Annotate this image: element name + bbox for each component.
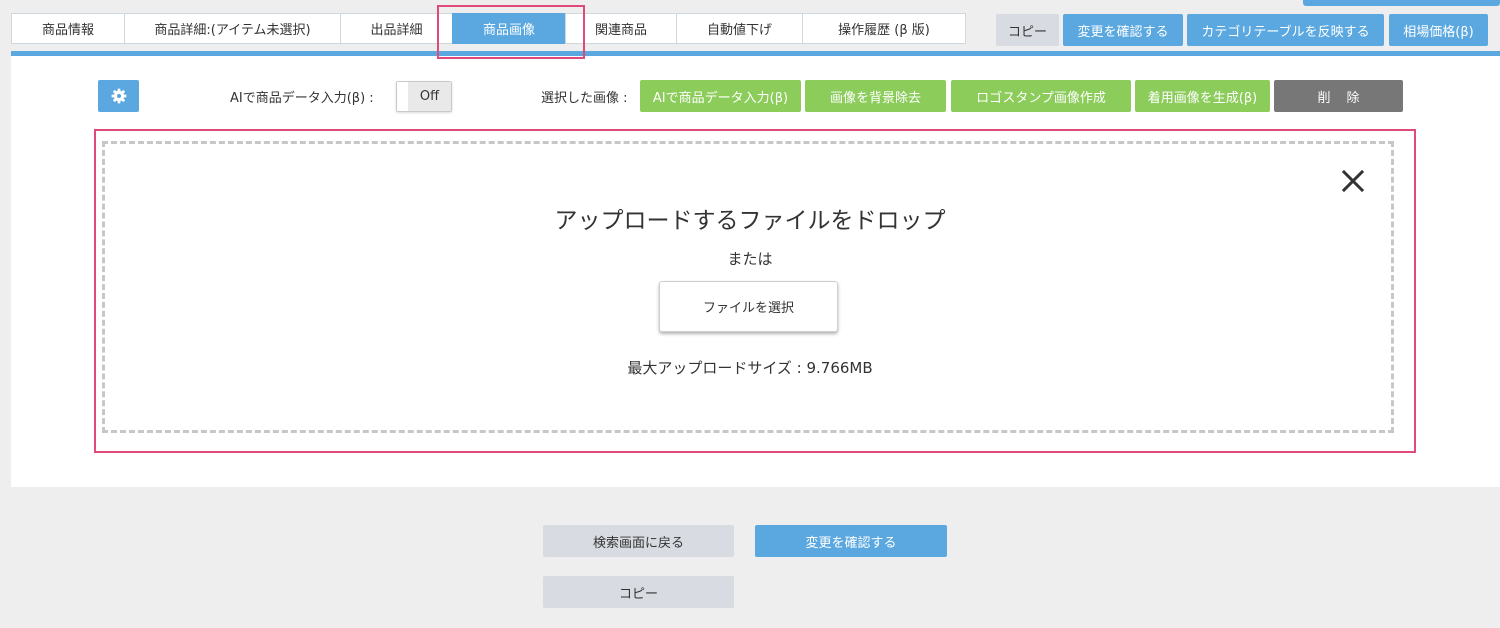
confirm-changes-bottom-button[interactable]: 変更を確認する [755,525,947,557]
confirm-changes-button[interactable]: 変更を確認する [1063,14,1183,46]
logo-stamp-button[interactable]: ロゴスタンプ画像作成 [951,80,1131,112]
ai-input-toggle[interactable]: Off [396,81,452,112]
tab-auto-price-down[interactable]: 自動値下げ [676,13,802,44]
tab-listing-detail[interactable]: 出品詳細 [340,13,452,44]
gear-icon [111,88,126,104]
generate-wear-image-button[interactable]: 着用画像を生成(β) [1135,80,1270,112]
settings-button[interactable] [98,80,139,112]
tab-product-info[interactable]: 商品情報 [11,13,124,44]
tab-product-detail[interactable]: 商品詳細:(アイテム未選択) [124,13,340,44]
apply-category-table-button[interactable]: カテゴリテーブルを反映する [1187,14,1384,46]
delete-button[interactable]: 削除 [1274,80,1403,112]
market-price-button[interactable]: 相場価格(β) [1389,14,1488,46]
toggle-state-text: Off [408,82,451,111]
tab-operation-history[interactable]: 操作履歴 (β 版) [802,13,966,44]
back-to-search-button[interactable]: 検索画面に戻る [543,525,734,557]
highlight-box-tab [437,5,585,59]
ai-input-label: AIで商品データ入力(β) : [230,90,374,106]
copy-button[interactable]: コピー [996,14,1059,46]
ai-input-image-button[interactable]: AIで商品データ入力(β) [640,80,801,112]
remove-background-button[interactable]: 画像を背景除去 [805,80,946,112]
highlight-box-dropzone [94,129,1416,453]
copy-bottom-button[interactable]: コピー [543,576,734,608]
top-right-clipped-button[interactable] [1303,0,1500,6]
selected-images-label: 選択した画像 : [541,90,628,106]
